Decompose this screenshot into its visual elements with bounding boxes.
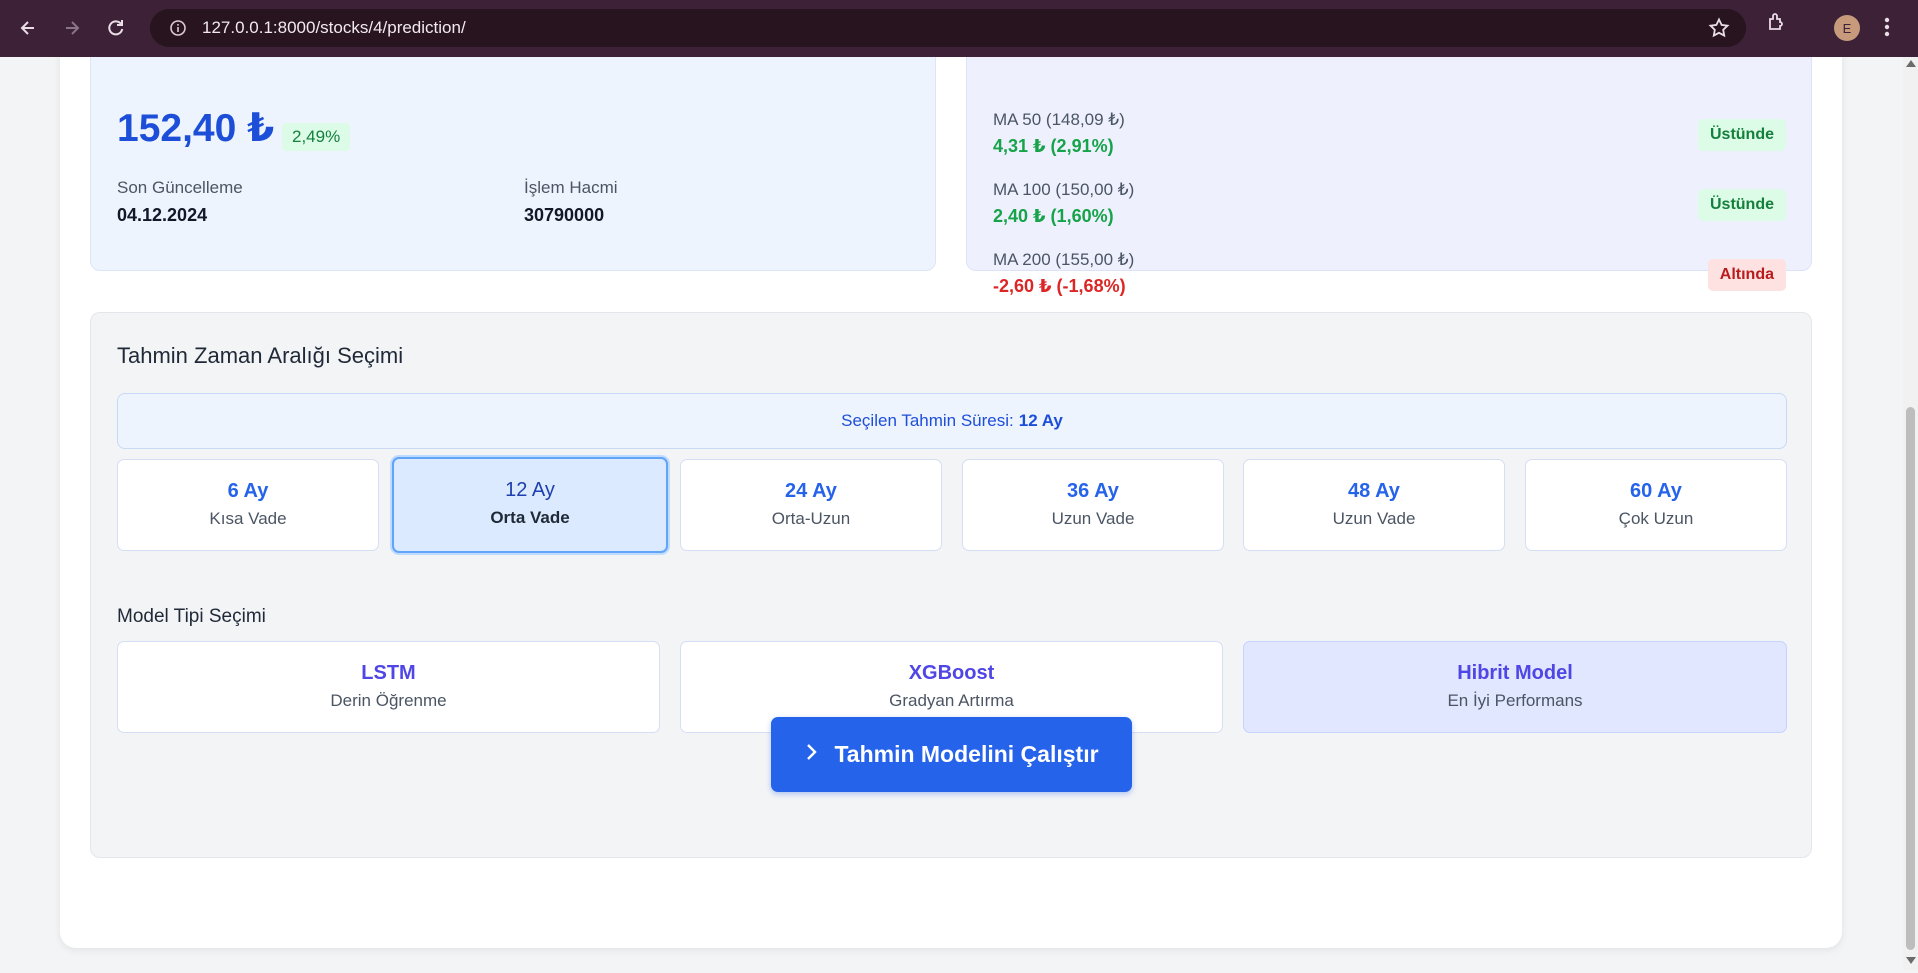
- model-subtitle: En İyi Performans: [1447, 691, 1583, 710]
- chevron-right-icon: [804, 742, 818, 768]
- ma-100-name: MA 100 (150,00 ₺): [993, 180, 1135, 199]
- stock-info-panel: 152,40 ₺ 2,49% Son Güncelleme 04.12.2024…: [90, 57, 936, 271]
- period-option-6[interactable]: 6 Ay Kısa Vade: [117, 459, 379, 551]
- period-title: 60 Ay: [1630, 480, 1682, 502]
- extensions-icon[interactable]: [1765, 10, 1789, 39]
- period-subtitle: Çok Uzun: [1618, 509, 1694, 528]
- bookmark-star-icon[interactable]: [1708, 17, 1730, 44]
- period-section-title: Tahmin Zaman Aralığı Seçimi: [117, 343, 404, 368]
- model-title: LSTM: [361, 662, 416, 684]
- prediction-settings-section: Tahmin Zaman Aralığı Seçimi Seçilen Tahm…: [90, 312, 1812, 858]
- period-option-36[interactable]: 36 Ay Uzun Vade: [962, 459, 1224, 551]
- model-option-hybrid[interactable]: Hibrit Model En İyi Performans: [1243, 641, 1787, 733]
- model-option-lstm[interactable]: LSTM Derin Öğrenme: [117, 641, 660, 733]
- last-update-value: 04.12.2024: [117, 205, 208, 225]
- period-option-48[interactable]: 48 Ay Uzun Vade: [1243, 459, 1505, 551]
- kebab-menu-icon[interactable]: [1884, 14, 1890, 45]
- period-title: 36 Ay: [1067, 480, 1119, 502]
- page-viewport: 152,40 ₺ 2,49% Son Güncelleme 04.12.2024…: [0, 57, 1900, 970]
- ma-200-delta: -2,60 ₺ (-1,68%): [993, 276, 1126, 296]
- period-title: 24 Ay: [785, 480, 837, 502]
- period-option-24[interactable]: 24 Ay Orta-Uzun: [680, 459, 942, 551]
- back-arrow-icon[interactable]: [8, 8, 48, 48]
- period-subtitle: Kısa Vade: [209, 509, 287, 528]
- model-title: Hibrit Model: [1457, 662, 1573, 684]
- ma-200-status-badge: Altında: [1707, 259, 1786, 291]
- volume-value: 30790000: [524, 205, 605, 225]
- period-subtitle: Uzun Vade: [1332, 509, 1416, 528]
- run-prediction-button[interactable]: Tahmin Modelini Çalıştır: [771, 717, 1132, 792]
- period-title: 6 Ay: [227, 480, 269, 502]
- period-subtitle: Orta Vade: [490, 508, 570, 527]
- scroll-up-arrow-icon[interactable]: [1906, 60, 1916, 67]
- ma-50-name: MA 50 (148,09 ₺): [993, 110, 1125, 129]
- model-section-title: Model Tipi Seçimi: [117, 606, 266, 627]
- selected-period-label: Seçilen Tahmin Süresi:: [841, 411, 1014, 430]
- last-update-label: Son Güncelleme: [117, 178, 243, 197]
- period-title: 48 Ay: [1348, 480, 1400, 502]
- selected-period-bar: Seçilen Tahmin Süresi: 12 Ay: [117, 393, 1787, 449]
- period-option-12[interactable]: 12 Ay Orta Vade: [392, 457, 668, 553]
- ma-100-delta: 2,40 ₺ (1,60%): [993, 206, 1114, 226]
- profile-avatar[interactable]: E: [1834, 15, 1860, 41]
- run-prediction-label: Tahmin Modelini Çalıştır: [834, 741, 1099, 767]
- ma-100-status-badge: Üstünde: [1698, 189, 1786, 221]
- volume-label: İşlem Hacmi: [524, 178, 618, 197]
- moving-averages-panel: MA 50 (148,09 ₺) 4,31 ₺ (2,91%) Üstünde …: [966, 57, 1812, 296]
- model-subtitle: Derin Öğrenme: [330, 691, 447, 710]
- site-info-icon[interactable]: [158, 19, 198, 37]
- current-price: 152,40 ₺: [117, 107, 275, 150]
- ma-50-delta: 4,31 ₺ (2,91%): [993, 136, 1114, 156]
- ma-50-status-badge: Üstünde: [1698, 119, 1786, 151]
- price-change-badge: 2,49%: [282, 123, 351, 151]
- period-option-60[interactable]: 60 Ay Çok Uzun: [1525, 459, 1787, 551]
- period-title: 12 Ay: [505, 479, 555, 501]
- reload-icon[interactable]: [96, 8, 136, 48]
- period-subtitle: Uzun Vade: [1051, 509, 1135, 528]
- model-subtitle: Gradyan Artırma: [889, 691, 1014, 710]
- scroll-down-arrow-icon[interactable]: [1906, 957, 1916, 964]
- browser-toolbar: 127.0.0.1:8000/stocks/4/prediction/ E: [0, 0, 1918, 57]
- ma-200-name: MA 200 (155,00 ₺): [993, 250, 1135, 269]
- period-subtitle: Orta-Uzun: [771, 509, 851, 528]
- url-text[interactable]: 127.0.0.1:8000/stocks/4/prediction/: [202, 18, 466, 38]
- selected-period-value: 12 Ay: [1018, 411, 1063, 430]
- forward-arrow-icon[interactable]: [52, 8, 92, 48]
- page-scrollbar[interactable]: [1903, 57, 1918, 970]
- scrollbar-thumb[interactable]: [1906, 407, 1915, 950]
- address-bar[interactable]: 127.0.0.1:8000/stocks/4/prediction/: [150, 9, 1746, 47]
- model-title: XGBoost: [908, 662, 995, 684]
